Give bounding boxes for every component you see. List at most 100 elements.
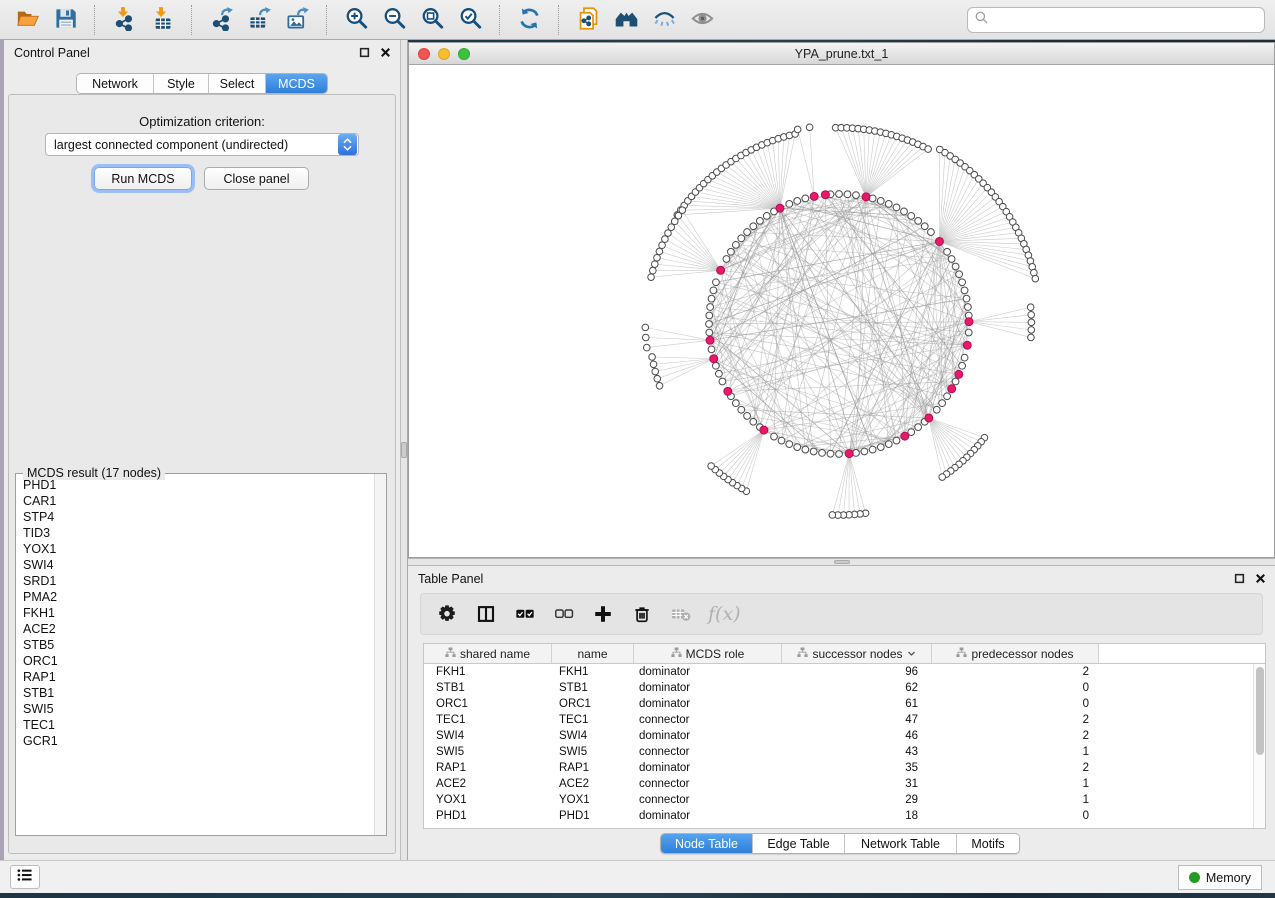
search-box[interactable] <box>967 7 1265 33</box>
memory-button[interactable]: Memory <box>1178 865 1262 890</box>
search-input[interactable] <box>989 10 1264 30</box>
binoculars-icon <box>614 6 639 34</box>
export-image-button[interactable] <box>278 4 316 36</box>
gear-icon[interactable] <box>435 602 459 626</box>
mcds-result-item[interactable]: RAP1 <box>17 669 373 685</box>
table-row[interactable]: SWI4SWI4dominator462 <box>424 728 1265 744</box>
column-header-name[interactable]: name <box>552 644 634 663</box>
mcds-result-item[interactable]: SWI5 <box>17 701 373 717</box>
result-list-scrollbar[interactable] <box>374 474 386 835</box>
binoculars-button[interactable] <box>607 4 645 36</box>
table-row[interactable]: TEC1TEC1connector472 <box>424 712 1265 728</box>
mcds-result-item[interactable]: CAR1 <box>17 493 373 509</box>
task-history-button[interactable] <box>10 865 40 889</box>
table-scrollbar-thumb[interactable] <box>1256 667 1264 755</box>
tree-icon <box>797 647 808 661</box>
mcds-result-item[interactable]: STB5 <box>17 637 373 653</box>
vertical-splitter[interactable] <box>400 40 408 860</box>
table-row[interactable]: ORC1ORC1dominator610 <box>424 696 1265 712</box>
tab-select[interactable]: Select <box>209 74 266 93</box>
mcds-result-item[interactable]: TEC1 <box>17 717 373 733</box>
network-window-titlebar: YPA_prune.txt_1 <box>409 43 1274 65</box>
table-row[interactable]: YOX1YOX1connector291 <box>424 792 1265 808</box>
import-network-button[interactable] <box>105 4 143 36</box>
float-window-icon[interactable] <box>1233 572 1246 585</box>
deselect-all-icon[interactable] <box>552 602 576 626</box>
export-table-icon <box>247 6 272 34</box>
export-network-button[interactable] <box>202 4 240 36</box>
table-scrollbar[interactable] <box>1253 664 1265 828</box>
select-all-icon[interactable] <box>513 602 537 626</box>
table-cell: 1 <box>932 744 1099 760</box>
table-row[interactable]: RAP1RAP1dominator352 <box>424 760 1265 776</box>
share-document-button[interactable] <box>569 4 607 36</box>
horizontal-splitter-handle[interactable] <box>834 560 850 564</box>
import-table-button[interactable] <box>143 4 181 36</box>
zoom-in-button[interactable] <box>337 4 375 36</box>
close-panel-icon[interactable] <box>379 46 392 59</box>
mcds-result-item[interactable]: FKH1 <box>17 605 373 621</box>
chevron-down-icon <box>907 647 916 661</box>
table-row[interactable]: STB1STB1dominator620 <box>424 680 1265 696</box>
control-panel-tabs: NetworkStyleSelectMCDS <box>76 73 328 94</box>
trash-icon[interactable] <box>630 602 654 626</box>
tab-mcds[interactable]: MCDS <box>266 74 327 93</box>
window-close-icon[interactable] <box>418 48 430 60</box>
network-canvas[interactable] <box>409 65 1274 557</box>
mcds-result-item[interactable]: YOX1 <box>17 541 373 557</box>
save-button[interactable] <box>46 4 84 36</box>
window-minimize-icon[interactable] <box>438 48 450 60</box>
toolbar-separator <box>94 5 95 35</box>
tab-node-table[interactable]: Node Table <box>661 834 753 853</box>
horizontal-splitter[interactable] <box>408 558 1275 566</box>
table-cell: ACE2 <box>424 776 552 792</box>
network-graph[interactable] <box>409 65 1274 557</box>
column-header-MCDS-role[interactable]: MCDS role <box>634 644 782 663</box>
optimization-criterion-select[interactable]: largest connected component (undirected) <box>45 133 359 156</box>
export-table-button[interactable] <box>240 4 278 36</box>
eye-button[interactable] <box>683 4 721 36</box>
tab-edge-table[interactable]: Edge Table <box>753 834 845 853</box>
column-header-predecessor-nodes[interactable]: predecessor nodes <box>932 644 1099 663</box>
add-icon[interactable] <box>591 602 615 626</box>
table-row[interactable]: FKH1FKH1dominator962 <box>424 664 1265 680</box>
column-header-shared-name[interactable]: shared name <box>424 644 552 663</box>
float-window-icon[interactable] <box>358 46 371 59</box>
table-row[interactable]: SWI5SWI5connector431 <box>424 744 1265 760</box>
mcds-result-item[interactable]: TID3 <box>17 525 373 541</box>
mcds-result-item[interactable]: GCR1 <box>17 733 373 749</box>
window-maximize-icon[interactable] <box>458 48 470 60</box>
column-icon[interactable] <box>474 602 498 626</box>
table-row[interactable]: ACE2ACE2connector311 <box>424 776 1265 792</box>
tab-network-table[interactable]: Network Table <box>845 834 957 853</box>
table-row[interactable]: PHD1PHD1dominator180 <box>424 808 1265 824</box>
zoom-selected-icon <box>458 6 483 34</box>
table-cell: 46 <box>782 728 932 744</box>
mcds-result-item[interactable]: PHD1 <box>17 477 373 493</box>
mcds-result-item[interactable]: ACE2 <box>17 621 373 637</box>
tab-network[interactable]: Network <box>77 74 154 93</box>
zoom-out-button[interactable] <box>375 4 413 36</box>
mcds-result-item[interactable]: STP4 <box>17 509 373 525</box>
close-panel-button[interactable]: Close panel <box>204 167 309 190</box>
zoom-in-icon <box>344 6 369 34</box>
mcds-result-item[interactable]: SRD1 <box>17 573 373 589</box>
close-panel-icon[interactable] <box>1254 572 1267 585</box>
column-header-successor-nodes[interactable]: successor nodes <box>782 644 932 663</box>
tab-style[interactable]: Style <box>154 74 209 93</box>
zoom-selected-button[interactable] <box>451 4 489 36</box>
table-cell: 0 <box>932 696 1099 712</box>
mcds-result-item[interactable]: STB1 <box>17 685 373 701</box>
mcds-result-item[interactable]: PMA2 <box>17 589 373 605</box>
mcds-result-item[interactable]: SWI4 <box>17 557 373 573</box>
hide-vision-button[interactable] <box>645 4 683 36</box>
zoom-fit-button[interactable] <box>413 4 451 36</box>
run-mcds-button[interactable]: Run MCDS <box>94 167 192 190</box>
tab-motifs[interactable]: Motifs <box>957 834 1019 853</box>
open-folder-button[interactable] <box>8 4 46 36</box>
table-cell: STB1 <box>424 680 552 696</box>
refresh-button[interactable] <box>510 4 548 36</box>
import-table-icon <box>150 6 175 34</box>
vertical-splitter-handle[interactable] <box>401 442 407 458</box>
mcds-result-item[interactable]: ORC1 <box>17 653 373 669</box>
